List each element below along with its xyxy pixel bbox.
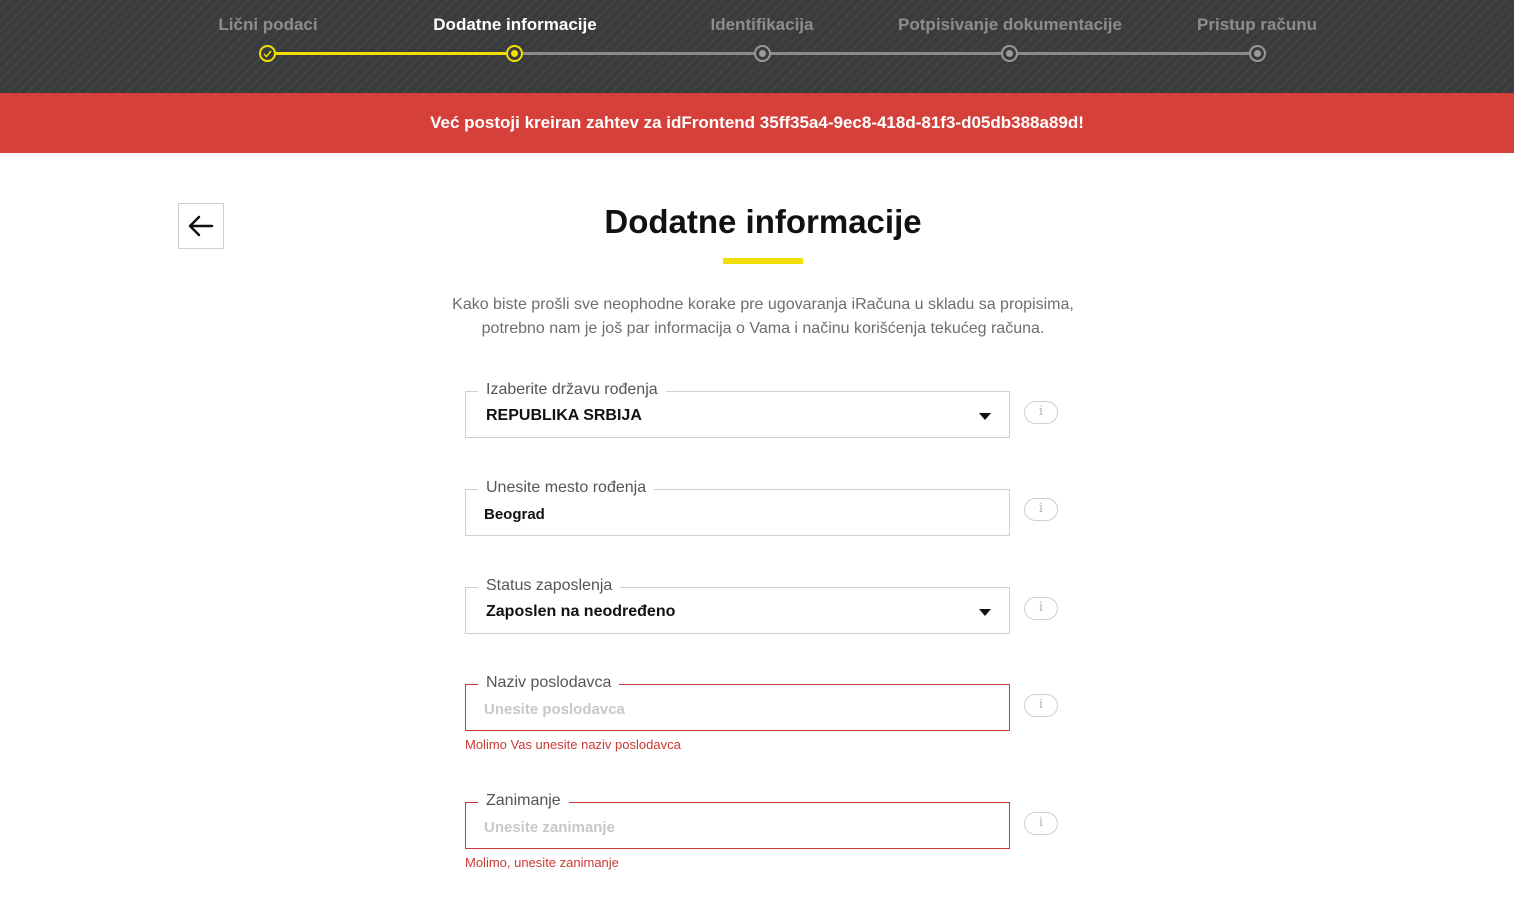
birthplace-field-label: Unesite mesto rođenja [478, 478, 655, 498]
step-dot-pending [1249, 45, 1266, 62]
chevron-down-icon [979, 609, 991, 616]
info-icon[interactable]: i [1024, 812, 1058, 835]
birthplace-field[interactable]: Unesite mesto rođenja [465, 478, 1010, 536]
info-icon[interactable]: i [1024, 401, 1058, 424]
employer-field[interactable]: Naziv poslodavca [465, 673, 1010, 731]
title-underline [723, 258, 803, 264]
step-dot-active [506, 45, 523, 62]
step-label-licni-podaci: Lični podaci [218, 15, 318, 34]
birthplace-input[interactable] [484, 498, 964, 530]
employer-input[interactable] [484, 693, 964, 725]
step-connector-3 [771, 52, 1001, 55]
page-title: Dodatne informacije [604, 203, 922, 240]
back-button[interactable] [178, 203, 224, 249]
intro-line-1: Kako biste prošli sve neophodne korake p… [452, 296, 1074, 313]
employment-status-value: Zaposlen na neodređeno [486, 603, 676, 620]
step-label-identifikacija: Identifikacija [710, 15, 814, 34]
error-banner-message: Već postoji kreiran zahtev za idFrontend… [430, 113, 1084, 132]
step-label-pristup-racunu: Pristup računu [1197, 15, 1317, 34]
employer-field-label: Naziv poslodavca [478, 673, 620, 693]
progress-stepper: Lični podaci Dodatne informacije Identif… [0, 0, 1514, 93]
country-select[interactable]: Izaberite državu rođenja REPUBLIKA SRBIJ… [465, 380, 1010, 438]
step-dot-done-check-icon [259, 45, 276, 62]
info-icon[interactable]: i [1024, 597, 1058, 620]
chevron-down-icon [979, 413, 991, 420]
step-dot-pending [1001, 45, 1018, 62]
country-select-value: REPUBLIKA SRBIJA [486, 407, 642, 424]
info-icon[interactable]: i [1024, 498, 1058, 521]
employment-status-select[interactable]: Status zaposlenja Zaposlen na neodređeno [465, 576, 1010, 634]
step-dot-pending [754, 45, 771, 62]
intro-text: Kako biste prošli sve neophodne korake p… [440, 293, 1086, 341]
info-icon[interactable]: i [1024, 694, 1058, 717]
step-connector-4 [1018, 52, 1249, 55]
occupation-field-label: Zanimanje [478, 791, 569, 811]
step-label-potpisivanje: Potpisivanje dokumentacije [898, 15, 1122, 34]
step-label-dodatne-informacije: Dodatne informacije [433, 15, 597, 34]
arrow-left-icon [188, 215, 214, 237]
occupation-field[interactable]: Zanimanje [465, 791, 1010, 849]
step-connector-1 [276, 52, 506, 55]
employer-error-message: Molimo Vas unesite naziv poslodavca [465, 737, 681, 752]
intro-line-2: potrebno nam je još par informacija o Va… [481, 320, 1045, 337]
occupation-input[interactable] [484, 811, 964, 843]
step-connector-2 [523, 52, 754, 55]
occupation-error-message: Molimo, unesite zanimanje [465, 855, 619, 870]
error-banner: Već postoji kreiran zahtev za idFrontend… [0, 93, 1514, 153]
